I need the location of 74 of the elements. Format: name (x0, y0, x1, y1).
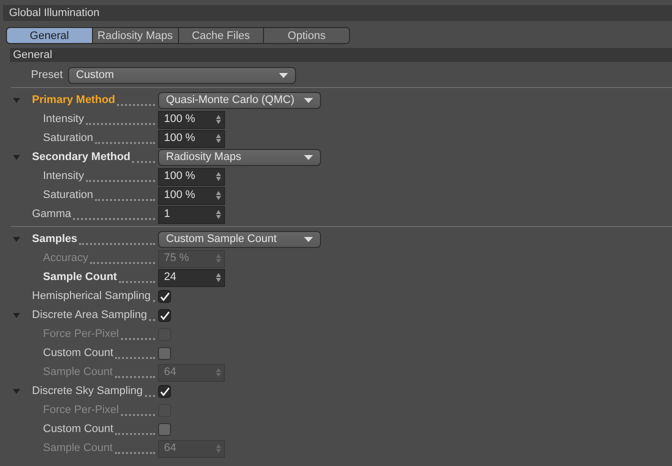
field-label: Sample Count (43, 365, 113, 380)
field-label: Saturation (43, 131, 94, 146)
field-label: Discrete Sky Sampling (32, 384, 143, 400)
caret-icon (304, 98, 313, 103)
tab[interactable]: Options (264, 28, 349, 43)
field-label: Hemispherical Sampling (32, 289, 151, 304)
field-label: Sample Count (43, 270, 117, 286)
leader-line (114, 452, 155, 454)
dropdown[interactable]: Quasi-Monte Carlo (QMC) (158, 92, 321, 109)
caret-icon (304, 237, 313, 242)
preset-dropdown[interactable]: Custom (68, 66, 296, 84)
spinner-icon[interactable] (216, 210, 221, 219)
field-label: Discrete Area Sampling (32, 308, 147, 324)
caret-icon (279, 72, 288, 78)
number-field[interactable]: 100 % (158, 186, 225, 204)
dropdown[interactable]: Custom Sample Count (158, 231, 321, 248)
field-label: Primary Method (32, 93, 116, 108)
number-field[interactable]: 24 (158, 268, 225, 286)
number-field[interactable]: 100 % (158, 168, 225, 186)
expanded-triangle-icon[interactable] (13, 313, 20, 318)
leader-line (115, 432, 155, 435)
field-label: Custom Count (43, 346, 114, 362)
field-label: Gamma (32, 207, 72, 222)
expanded-triangle-icon[interactable] (13, 155, 20, 160)
leader-line (95, 142, 155, 144)
spinner-icon[interactable] (216, 273, 221, 282)
spinner-icon[interactable] (216, 191, 221, 200)
spinner-icon[interactable] (216, 172, 221, 181)
leader-line (152, 300, 155, 302)
field-label: Intensity (43, 112, 84, 128)
tab[interactable]: Cache Files (178, 28, 264, 43)
field-label: Secondary Method (32, 150, 130, 166)
panel-title: Global Illumination (9, 6, 100, 21)
checkbox[interactable] (158, 290, 171, 303)
number-field[interactable]: 1 (158, 206, 225, 224)
leader-line (86, 180, 155, 182)
leader-line (114, 376, 155, 378)
leader-line (86, 122, 155, 125)
field-label: Force Per-Pixel (43, 327, 119, 342)
field-label: Intensity (43, 169, 84, 184)
spinner-icon[interactable] (216, 134, 221, 143)
leader-line (148, 318, 155, 321)
field-label: Saturation (43, 188, 94, 204)
leader-line (144, 394, 155, 397)
expanded-triangle-icon[interactable] (13, 389, 20, 394)
expanded-triangle-icon[interactable] (13, 98, 20, 103)
leader-line (115, 356, 155, 359)
leader-line (120, 338, 155, 340)
caret-icon (304, 155, 313, 160)
number-field[interactable]: 100 % (158, 110, 225, 128)
number-field[interactable]: 100 % (158, 130, 225, 148)
field-label: Samples (32, 232, 78, 248)
leader-line (90, 262, 155, 264)
checkbox[interactable] (158, 347, 171, 360)
checkbox[interactable] (158, 309, 171, 322)
leader-line (95, 198, 155, 201)
spinner-icon[interactable] (216, 115, 221, 124)
field-label: Preset (31, 68, 64, 83)
leader-line (132, 160, 155, 163)
checkbox[interactable] (158, 423, 171, 436)
field-label: Sample Count (43, 441, 113, 456)
expanded-triangle-icon[interactable] (13, 237, 20, 242)
dropdown[interactable]: Radiosity Maps (158, 149, 321, 166)
section-title: General (13, 48, 52, 63)
tab[interactable]: General (7, 28, 93, 43)
leader-line (117, 104, 155, 106)
field-label: Force Per-Pixel (43, 403, 119, 418)
checkbox[interactable] (158, 385, 171, 398)
check-icon (160, 387, 170, 396)
leader-line (118, 280, 155, 283)
leader-line (120, 414, 155, 416)
field-label: Accuracy (43, 251, 88, 266)
tab[interactable]: Radiosity Maps (92, 28, 178, 43)
field-label: Custom Count (43, 422, 114, 438)
